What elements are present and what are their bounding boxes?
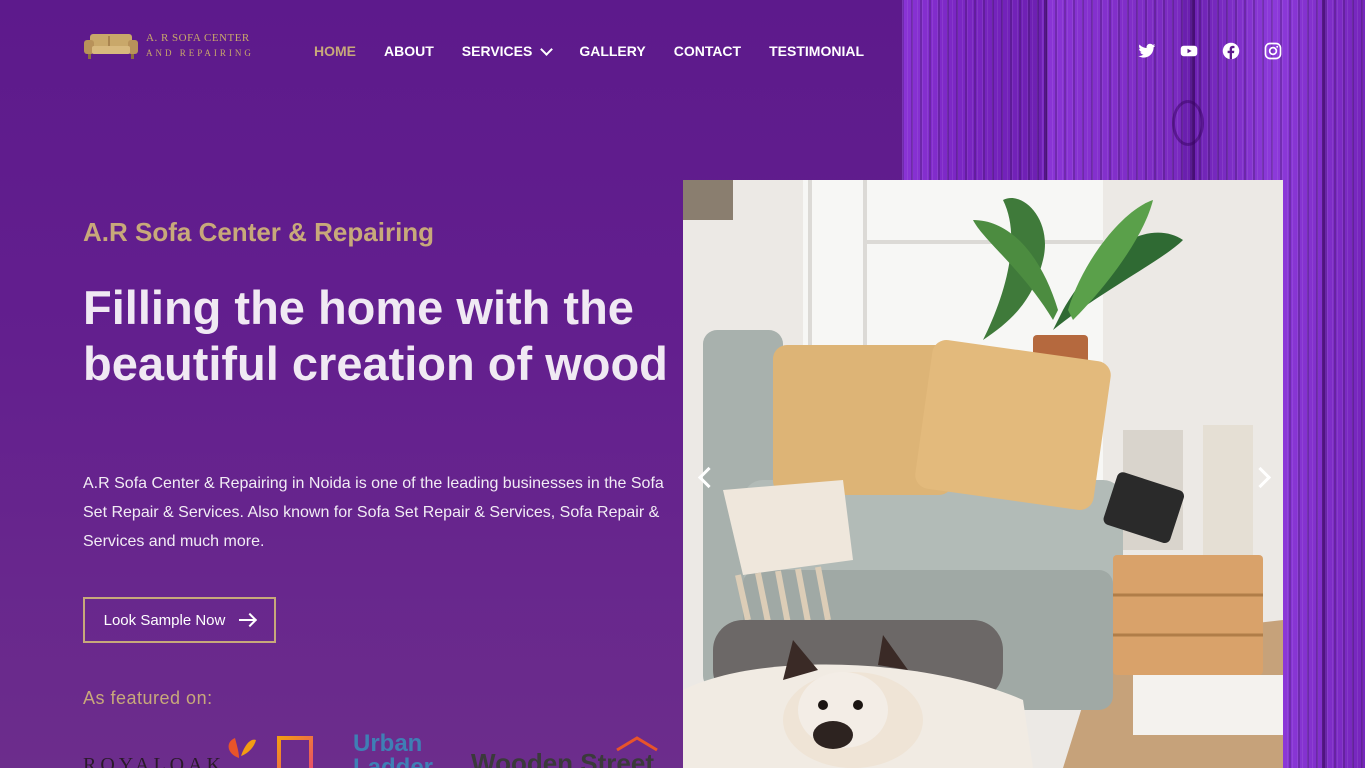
nav-home[interactable]: HOME bbox=[314, 43, 356, 59]
urban-ladder-logo-mark bbox=[277, 736, 313, 768]
nav-contact[interactable]: CONTACT bbox=[674, 43, 741, 59]
nav-about[interactable]: ABOUT bbox=[384, 43, 434, 59]
nav-services[interactable]: SERVICES bbox=[461, 42, 554, 59]
nav-gallery[interactable]: GALLERY bbox=[579, 43, 645, 59]
hero-image-slider[interactable] bbox=[683, 180, 1283, 768]
wood-knot bbox=[1172, 100, 1204, 146]
chevron-down-icon bbox=[540, 42, 554, 56]
facebook-icon[interactable] bbox=[1222, 42, 1240, 60]
brand-royaloak: ROYALOAK bbox=[83, 754, 225, 768]
logo[interactable]: A. R SOFA CENTER AND REPAIRING bbox=[84, 30, 254, 60]
hero-title: Filling the home with the beautiful crea… bbox=[83, 281, 668, 390]
nav-testimonial[interactable]: TESTIMONIAL bbox=[769, 43, 864, 59]
hero-description: A.R Sofa Center & Repairing in Noida is … bbox=[83, 475, 664, 550]
twitter-icon[interactable] bbox=[1138, 42, 1156, 60]
featured-brands: ROYALOAK Urban Ladder Wooden Street bbox=[83, 732, 683, 768]
leaf-icon bbox=[228, 738, 256, 758]
logo-title: A. R SOFA CENTER bbox=[146, 31, 250, 44]
arrow-right-icon bbox=[239, 619, 256, 621]
social-links bbox=[1138, 42, 1282, 60]
instagram-icon[interactable] bbox=[1264, 42, 1282, 60]
main-nav: HOME ABOUT SERVICES GALLERY CONTACT TEST… bbox=[314, 42, 892, 59]
site-header: A. R SOFA CENTER AND REPAIRING HOME ABOU… bbox=[0, 0, 1365, 100]
roof-icon bbox=[616, 736, 658, 752]
youtube-icon[interactable] bbox=[1180, 42, 1198, 60]
featured-label: As featured on: bbox=[83, 688, 213, 708]
look-sample-button[interactable]: Look Sample Now bbox=[83, 597, 276, 643]
sofa-logo-icon bbox=[84, 34, 138, 59]
look-sample-label: Look Sample Now bbox=[103, 611, 226, 629]
brand-urban-ladder: Urban Ladder bbox=[353, 732, 434, 768]
living-room-photo bbox=[683, 180, 1283, 768]
plank-seam bbox=[1322, 0, 1325, 768]
logo-subtitle: AND REPAIRING bbox=[146, 47, 254, 58]
hero-eyebrow: A.R Sofa Center & Repairing bbox=[83, 217, 435, 247]
nav-services-label: SERVICES bbox=[461, 43, 533, 59]
